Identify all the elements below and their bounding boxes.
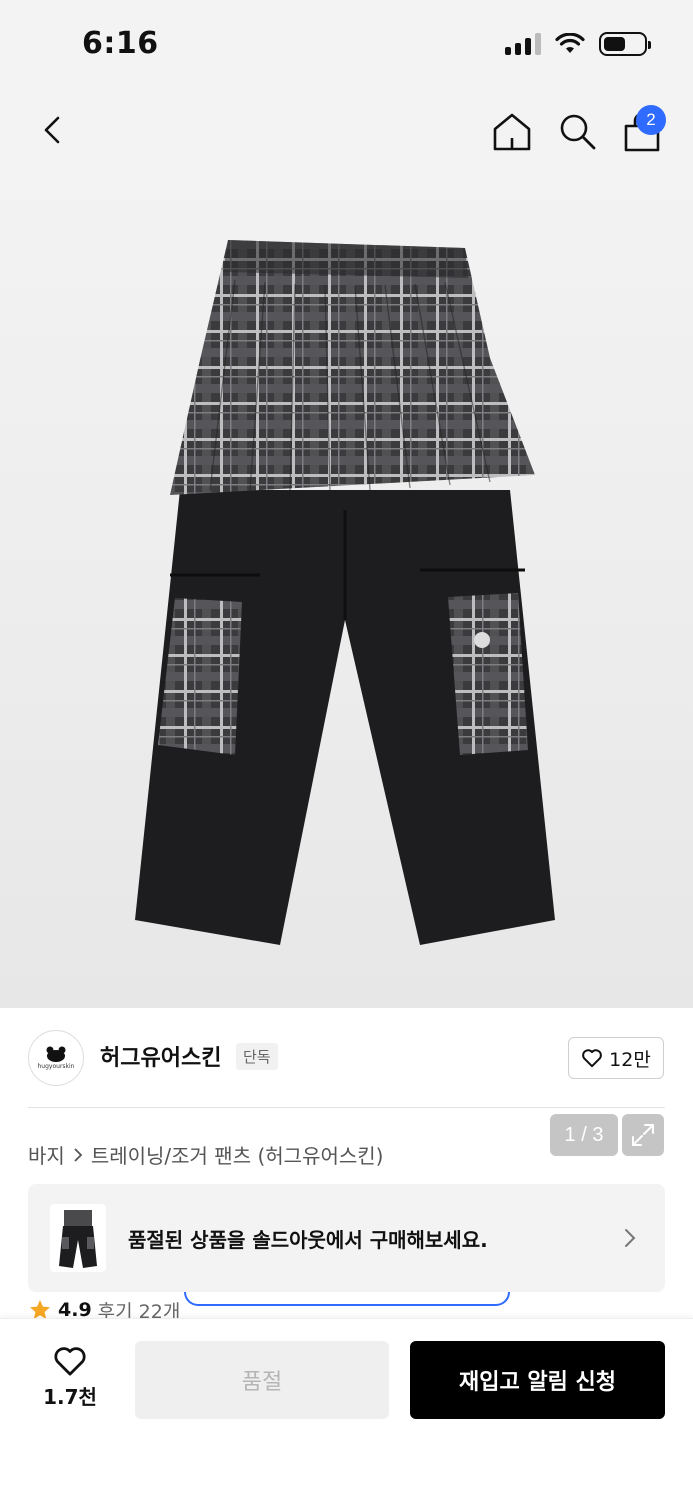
wifi-icon (555, 33, 585, 53)
brand-logo-icon (46, 1046, 66, 1062)
expand-icon (632, 1124, 654, 1146)
restock-alert-button[interactable]: 재입고 알림 신청 (410, 1341, 665, 1419)
brand-like-count: 12만 (609, 1048, 651, 1071)
breadcrumb-category[interactable]: 바지 (28, 1140, 65, 1169)
breadcrumb-subcategory[interactable]: 트레이닝/조거 팬츠 (허그유어스킨) (91, 1140, 384, 1169)
search-icon[interactable] (556, 110, 600, 154)
cart-count-badge: 2 (636, 105, 666, 135)
status-bar: 6:16 (0, 0, 693, 92)
expand-image-button[interactable] (622, 1114, 664, 1156)
product-image (135, 240, 555, 945)
image-page-indicator: 1 / 3 (550, 1114, 618, 1156)
brand-like-button[interactable]: 12만 (568, 1037, 664, 1079)
banner-product-thumbnail (50, 1204, 106, 1272)
heart-icon (582, 1049, 603, 1068)
brand-logo[interactable]: hugyourskin (28, 1030, 84, 1086)
chevron-right-icon (74, 1147, 83, 1162)
heart-icon (54, 1347, 86, 1376)
top-nav (0, 92, 693, 172)
brand-logo-text: hugyourskin (37, 1063, 75, 1070)
chevron-right-icon (625, 1229, 636, 1247)
status-icons (505, 32, 651, 56)
status-time: 6:16 (82, 26, 159, 61)
product-image-gallery[interactable]: 1 / 3 (0, 172, 693, 1156)
breadcrumb: 바지 트레이닝/조거 팬츠 (허그유어스킨) (28, 1140, 383, 1169)
soldout-marketplace-banner[interactable]: 품절된 상품을 솔드아웃에서 구매해보세요. (28, 1184, 665, 1292)
divider (28, 1107, 665, 1108)
home-icon[interactable] (490, 110, 534, 154)
bottom-action-bar: 1.7천 품절 재입고 알림 신청 (0, 1318, 693, 1500)
coupon-button-edge (184, 1292, 510, 1306)
battery-icon (599, 32, 651, 56)
cellular-signal-icon (505, 33, 541, 55)
brand-name[interactable]: 허그유어스킨 (100, 1040, 221, 1072)
soldout-button: 품절 (135, 1341, 389, 1419)
exclusive-tag: 단독 (236, 1043, 278, 1070)
product-like-count: 1.7천 (43, 1385, 97, 1409)
back-icon[interactable] (34, 110, 74, 150)
banner-text: 품절된 상품을 솔드아웃에서 구매해보세요. (128, 1228, 488, 1252)
product-like-button[interactable]: 1.7천 (30, 1345, 110, 1415)
